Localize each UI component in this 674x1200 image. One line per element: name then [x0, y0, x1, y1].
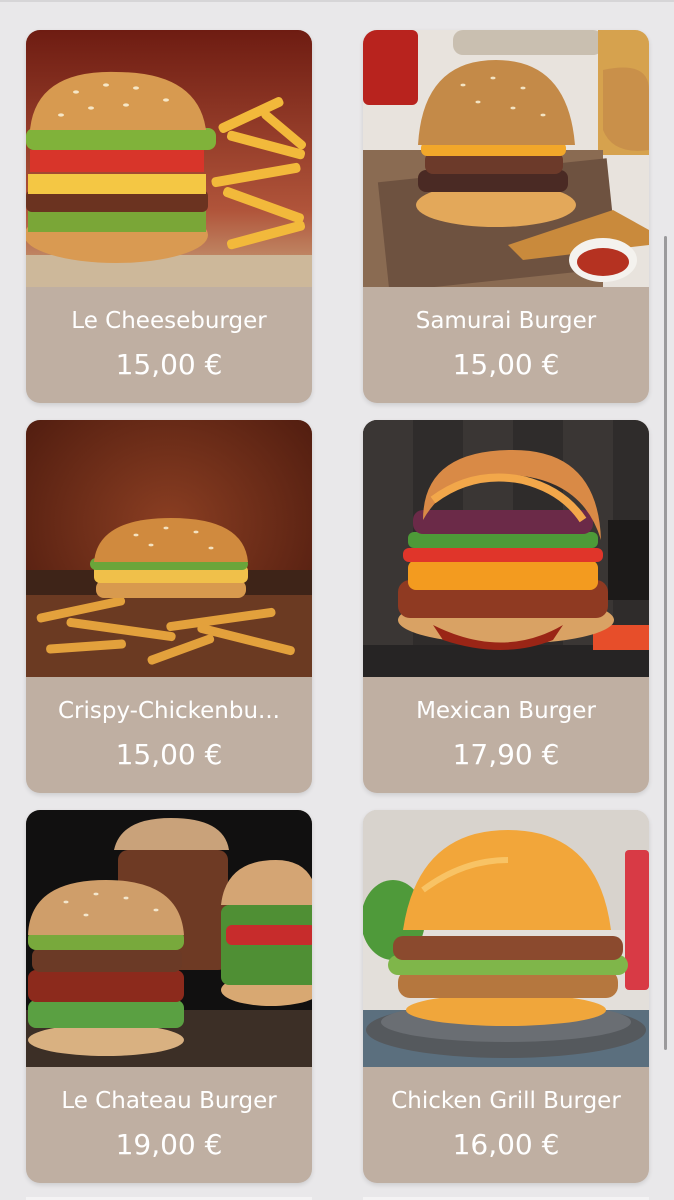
product-name: Crispy-Chickenbu... — [57, 698, 280, 724]
product-price: 19,00 € — [115, 1128, 223, 1161]
product-name: Mexican Burger — [416, 698, 596, 724]
product-image — [26, 810, 312, 1067]
product-name: Le Cheeseburger — [71, 308, 267, 334]
product-image — [363, 420, 649, 677]
product-image — [26, 420, 312, 677]
product-price: 15,00 € — [115, 738, 223, 771]
product-card[interactable]: Le Cheeseburger 15,00 € — [26, 30, 312, 403]
product-image — [26, 30, 312, 287]
product-price: 15,00 € — [452, 348, 560, 381]
product-image — [363, 810, 649, 1067]
product-price: 15,00 € — [115, 348, 223, 381]
product-card[interactable]: Le Chateau Burger 19,00 € — [26, 810, 312, 1183]
vertical-scrollbar[interactable] — [664, 236, 667, 1050]
product-grid: Le Cheeseburger 15,00 € Samurai Burger 1… — [26, 30, 649, 1183]
product-card[interactable]: Chicken Grill Burger 16,00 € — [363, 810, 649, 1183]
product-card[interactable]: Mexican Burger 17,90 € — [363, 420, 649, 793]
product-name: Le Chateau Burger — [61, 1088, 277, 1114]
product-name: Chicken Grill Burger — [391, 1088, 621, 1114]
product-price: 17,90 € — [452, 738, 560, 771]
status-divider — [0, 0, 674, 2]
product-image — [363, 30, 649, 287]
product-card[interactable]: Crispy-Chickenbu... 15,00 € — [26, 420, 312, 793]
product-price: 16,00 € — [452, 1128, 560, 1161]
product-name: Samurai Burger — [415, 308, 597, 334]
product-card[interactable]: Samurai Burger 15,00 € — [363, 30, 649, 403]
